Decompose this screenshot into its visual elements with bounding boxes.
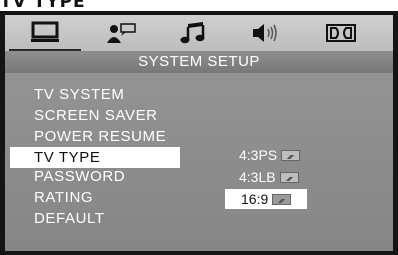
menu-item-default[interactable]: DEFAULT	[33, 208, 181, 229]
tab-audio-setup[interactable]	[157, 15, 229, 51]
option-label: 4:3LB	[239, 169, 276, 185]
menu-item-tv-type[interactable]: TV TYPE	[10, 147, 180, 168]
picture-icon	[272, 194, 292, 205]
menu-item-password[interactable]: PASSWORD	[33, 166, 181, 187]
tab-speaker-setup[interactable]	[85, 15, 157, 51]
menu-item-rating[interactable]: RATING	[33, 187, 181, 208]
tab-bar	[5, 15, 393, 51]
dolby-icon	[326, 24, 356, 42]
section-title: SYSTEM SETUP	[5, 51, 393, 73]
music-note-icon	[180, 22, 205, 44]
tab-speaker-volume[interactable]	[231, 15, 303, 51]
osd-screen: SYSTEM SETUP TV SYSTEM SCREEN SAVER POWE…	[5, 15, 393, 251]
settings-panel: TV SYSTEM SCREEN SAVER POWER RESUME TV T…	[5, 73, 393, 251]
option-4-3lb[interactable]: 4:3LB	[235, 167, 299, 187]
menu-item-screen-saver[interactable]: SCREEN SAVER	[33, 105, 181, 126]
picture-icon	[281, 150, 301, 161]
monitor-icon	[31, 21, 59, 42]
tab-dolby-setup[interactable]	[305, 15, 377, 51]
option-label: 16:9	[241, 191, 269, 207]
option-4-3ps[interactable]: 4:3PS	[235, 145, 301, 165]
picture-icon	[279, 172, 299, 183]
tab-general-setup[interactable]	[9, 15, 81, 51]
option-label: 4:3PS	[239, 147, 278, 163]
speaker-sound-icon	[253, 24, 277, 42]
menu-item-tv-system[interactable]: TV SYSTEM	[33, 84, 181, 105]
option-16-9[interactable]: 16:9	[225, 189, 307, 209]
person-speech-icon	[107, 23, 136, 43]
menu-item-power-resume[interactable]: POWER RESUME	[33, 126, 181, 147]
tv-frame: SYSTEM SETUP TV SYSTEM SCREEN SAVER POWE…	[0, 11, 398, 255]
